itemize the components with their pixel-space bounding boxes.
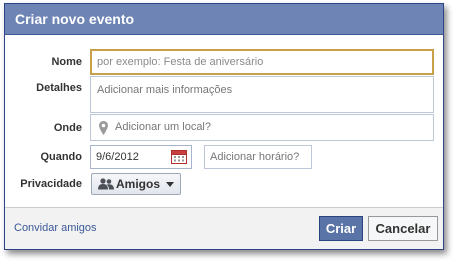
event-name-placeholder: por exemplo: Festa de aniversário <box>97 56 264 68</box>
cancel-button[interactable]: Cancelar <box>368 216 438 241</box>
name-label: Nome <box>51 56 82 68</box>
people-icon <box>98 178 114 190</box>
event-details-placeholder: Adicionar mais informações <box>97 84 233 96</box>
dialog-title: Criar novo evento <box>15 11 135 27</box>
event-time-placeholder: Adicionar horário? <box>210 151 300 163</box>
dialog-footer: Convidar amigos Criar Cancelar <box>5 207 443 249</box>
event-date-value: 9/6/2012 <box>96 151 139 163</box>
event-time-input[interactable]: Adicionar horário? <box>204 145 312 169</box>
event-location-placeholder: Adicionar um local? <box>115 121 211 133</box>
where-label: Onde <box>53 122 82 134</box>
event-details-textarea[interactable]: Adicionar mais informações <box>90 76 434 113</box>
event-location-input[interactable]: Adicionar um local? <box>90 114 434 141</box>
create-button[interactable]: Criar <box>319 216 363 241</box>
event-name-input[interactable]: por exemplo: Festa de aniversário <box>90 49 434 75</box>
privacy-selected-value: Amigos <box>116 177 161 191</box>
event-date-input[interactable]: 9/6/2012 <box>90 145 192 169</box>
chevron-down-icon <box>166 182 174 187</box>
create-event-dialog: Criar novo evento Nome por exemplo: Fest… <box>4 3 444 250</box>
dialog-titlebar: Criar novo evento <box>5 4 443 35</box>
calendar-icon[interactable] <box>171 149 187 164</box>
when-label: Quando <box>40 151 82 163</box>
details-label: Detalhes <box>36 82 82 94</box>
invite-friends-link[interactable]: Convidar amigos <box>14 222 97 234</box>
privacy-selector-button[interactable]: Amigos <box>91 173 181 195</box>
privacy-label: Privacidade <box>20 178 82 190</box>
map-pin-icon <box>99 121 108 135</box>
